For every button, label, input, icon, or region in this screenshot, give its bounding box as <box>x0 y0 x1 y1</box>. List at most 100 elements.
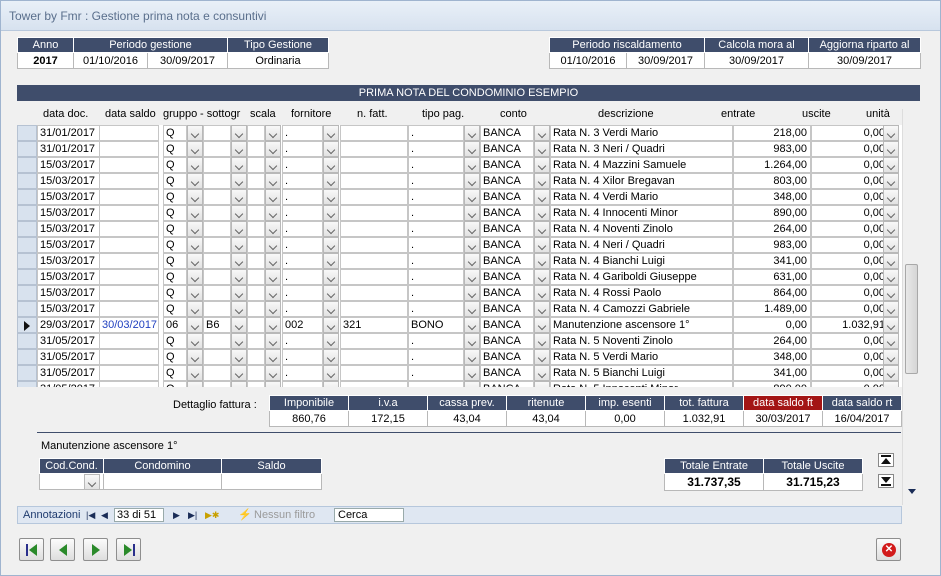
chevron-down-icon[interactable] <box>464 269 480 285</box>
cell-nfatt[interactable] <box>340 173 408 189</box>
chevron-down-icon[interactable] <box>883 125 899 141</box>
chevron-down-icon[interactable] <box>464 237 480 253</box>
cell-sott[interactable] <box>203 189 231 205</box>
cell-sott[interactable] <box>203 269 231 285</box>
row-selector[interactable] <box>17 285 37 301</box>
cell-conto[interactable]: BANCA <box>480 205 534 221</box>
cell-scala[interactable] <box>247 317 265 333</box>
row-selector[interactable] <box>17 205 37 221</box>
chevron-down-icon[interactable] <box>187 253 203 269</box>
cell-gruppo[interactable]: Q <box>163 285 187 301</box>
cell-tipo[interactable]: . <box>408 125 464 141</box>
cell-desc[interactable]: Rata N. 4 Verdi Mario <box>550 189 733 205</box>
last-button[interactable] <box>116 538 141 561</box>
chevron-down-icon[interactable] <box>464 157 480 173</box>
risc-to[interactable]: 30/09/2017 <box>625 52 706 69</box>
table-row[interactable]: 31/01/2017 Q.. BANCA Rata N. 3 Neri / Quadr… <box>17 141 902 157</box>
chevron-down-icon[interactable] <box>231 205 247 221</box>
cell-usc[interactable]: 0,00 <box>811 365 889 381</box>
ritenute-value[interactable]: 43,04 <box>506 410 586 427</box>
cell-gruppo[interactable]: Q <box>163 237 187 253</box>
cell-entr[interactable]: 264,00 <box>733 333 811 349</box>
cell-nfatt[interactable] <box>340 269 408 285</box>
chevron-down-icon[interactable] <box>534 269 550 285</box>
cell-saldo[interactable] <box>99 157 159 173</box>
row-selector[interactable] <box>17 253 37 269</box>
chevron-down-icon[interactable] <box>231 317 247 333</box>
cell-gruppo[interactable]: 06 <box>163 317 187 333</box>
cell-gruppo[interactable]: Q <box>163 141 187 157</box>
cell-forn[interactable]: . <box>282 141 323 157</box>
cell-desc[interactable]: Rata N. 5 Verdi Mario <box>550 349 733 365</box>
chevron-down-icon[interactable] <box>323 381 339 387</box>
cell-scala[interactable] <box>247 141 265 157</box>
table-row[interactable]: 15/03/2017 Q.. BANCA Rata N. 4 Innocenti Mi… <box>17 205 902 221</box>
chevron-down-icon[interactable] <box>265 189 281 205</box>
tot-fattura-value[interactable]: 1.032,91 <box>664 410 744 427</box>
cell-conto[interactable]: BANCA <box>480 269 534 285</box>
cell-conto[interactable]: BANCA <box>480 237 534 253</box>
chevron-down-icon[interactable] <box>534 349 550 365</box>
cell-conto[interactable]: BANCA <box>480 381 534 387</box>
table-row[interactable]: 15/03/2017 Q.. BANCA Rata N. 4 Verdi Mario 3… <box>17 189 902 205</box>
cell-gruppo[interactable]: Q <box>163 381 187 387</box>
table-row[interactable]: 15/03/2017 Q.. BANCA Rata N. 4 Gariboldi Gi… <box>17 269 902 285</box>
search-input[interactable]: Cerca <box>334 508 404 522</box>
chevron-down-icon[interactable] <box>883 157 899 173</box>
chevron-down-icon[interactable] <box>231 141 247 157</box>
chevron-down-icon[interactable] <box>231 333 247 349</box>
cell-usc[interactable]: 1.032,91 <box>811 317 889 333</box>
cell-desc[interactable]: Rata N. 5 Bianchi Luigi <box>550 365 733 381</box>
cell-gruppo[interactable]: Q <box>163 301 187 317</box>
chevron-down-icon[interactable] <box>265 173 281 189</box>
cell-scala[interactable] <box>247 157 265 173</box>
chevron-down-icon[interactable] <box>883 381 899 387</box>
chevron-down-icon[interactable] <box>883 333 899 349</box>
chevron-down-icon[interactable] <box>187 189 203 205</box>
chevron-down-icon[interactable] <box>323 141 339 157</box>
cell-sott[interactable] <box>203 205 231 221</box>
chevron-down-icon[interactable] <box>265 333 281 349</box>
chevron-down-icon[interactable] <box>323 317 339 333</box>
cell-usc[interactable]: 0,00 <box>811 189 889 205</box>
row-selector[interactable] <box>17 141 37 157</box>
cell-forn[interactable]: . <box>282 301 323 317</box>
row-selector[interactable] <box>17 173 37 189</box>
imp-esenti-value[interactable]: 0,00 <box>585 410 665 427</box>
mora-value[interactable]: 30/09/2017 <box>704 52 810 69</box>
cell-usc[interactable]: 0,00 <box>811 157 889 173</box>
cell-usc[interactable]: 0,00 <box>811 285 889 301</box>
chevron-down-icon[interactable] <box>265 221 281 237</box>
chevron-down-icon[interactable] <box>231 157 247 173</box>
last-record-icon[interactable]: ▶| <box>188 510 197 521</box>
chevron-down-icon[interactable] <box>323 285 339 301</box>
chevron-down-icon[interactable] <box>265 285 281 301</box>
cell-scala[interactable] <box>247 189 265 205</box>
cell-saldo[interactable] <box>99 333 159 349</box>
chevron-down-icon[interactable] <box>464 349 480 365</box>
cell-forn[interactable]: . <box>282 237 323 253</box>
chevron-down-icon[interactable] <box>187 365 203 381</box>
chevron-down-icon[interactable] <box>231 301 247 317</box>
chevron-down-icon[interactable] <box>265 237 281 253</box>
cell-saldo[interactable] <box>99 237 159 253</box>
cell-forn[interactable]: . <box>282 189 323 205</box>
chevron-down-icon[interactable] <box>534 381 550 387</box>
cell-conto[interactable]: BANCA <box>480 189 534 205</box>
cell-usc[interactable]: 0,00 <box>811 269 889 285</box>
cell-tipo[interactable]: . <box>408 333 464 349</box>
cell-desc[interactable]: Rata N. 3 Neri / Quadri <box>550 141 733 157</box>
cell-desc[interactable]: Rata N. 4 Bianchi Luigi <box>550 253 733 269</box>
prev-record-icon[interactable]: ◀ <box>101 510 108 521</box>
cell-sott[interactable] <box>203 157 231 173</box>
cell-tipo[interactable]: . <box>408 269 464 285</box>
chevron-down-icon[interactable] <box>323 301 339 317</box>
chevron-down-icon[interactable] <box>187 333 203 349</box>
chevron-down-icon[interactable] <box>187 269 203 285</box>
cell-nfatt[interactable] <box>340 205 408 221</box>
row-selector[interactable] <box>17 317 37 333</box>
cell-usc[interactable]: 0,00 <box>811 349 889 365</box>
cell-gruppo[interactable]: Q <box>163 269 187 285</box>
tipo-gestione-value[interactable]: Ordinaria <box>227 52 329 69</box>
chevron-down-icon[interactable] <box>534 221 550 237</box>
